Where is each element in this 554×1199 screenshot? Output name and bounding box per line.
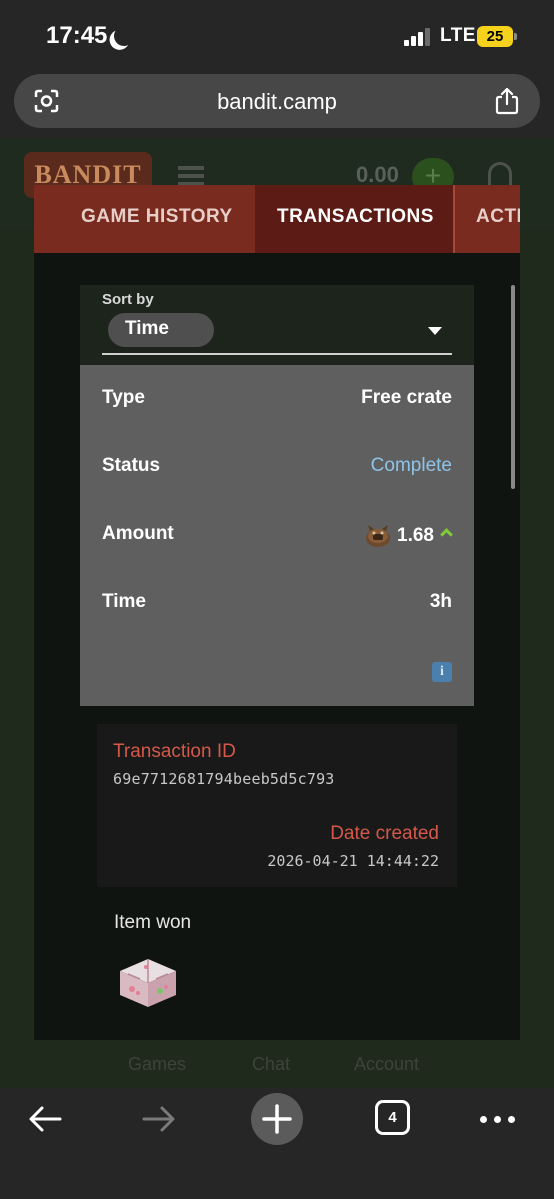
plus-icon — [262, 1104, 292, 1134]
time-label: Time — [102, 591, 147, 612]
chevron-down-icon[interactable] — [428, 327, 442, 335]
time-value: 3h — [429, 591, 452, 612]
signal-icon — [404, 28, 432, 46]
site-bottom-nav: Games Chat Account — [0, 1038, 554, 1088]
battery-indicator: 25 — [477, 26, 517, 47]
amount-label: Amount — [102, 523, 174, 544]
forward-icon[interactable] — [140, 1104, 178, 1134]
browser-toolbar: 4 — [0, 1088, 554, 1199]
crate-icon — [120, 959, 176, 1007]
more-icon[interactable] — [480, 1116, 516, 1124]
screen: 17:45 LTE 25 bandit.camp BANDIT 0.00 + G… — [0, 0, 554, 1199]
status-time: 17:45 — [46, 22, 108, 49]
sort-underline — [102, 353, 452, 355]
amount-display: 1.68 — [364, 523, 454, 549]
url-text[interactable]: bandit.camp — [14, 89, 540, 115]
sort-label: Sort by — [102, 291, 154, 308]
sort-select[interactable]: Time — [108, 313, 214, 347]
browser-address-area: bandit.camp — [0, 70, 554, 138]
history-modal: GAME HISTORY TRANSACTIONS ACTI Sort by T… — [34, 185, 520, 1040]
back-icon[interactable] — [26, 1104, 64, 1134]
status-label: Status — [102, 455, 161, 476]
date-created-label: Date created — [330, 823, 439, 844]
tabs-button[interactable]: 4 — [375, 1100, 410, 1135]
status-value: Complete — [370, 455, 452, 476]
tab-activity[interactable]: ACTI — [455, 185, 520, 253]
date-created-value: 2026-04-21 14:44:22 — [267, 852, 439, 870]
status-bar: 17:45 LTE 25 — [0, 0, 554, 70]
transaction-meta: Transaction ID 69e7712681794beeb5d5c793 … — [97, 724, 457, 887]
address-bar[interactable]: bandit.camp — [14, 74, 540, 128]
tab-game-history[interactable]: GAME HISTORY — [34, 185, 255, 253]
menu-icon[interactable] — [178, 166, 204, 186]
item-won-label: Item won — [114, 912, 192, 933]
network-label: LTE — [440, 25, 476, 46]
share-icon[interactable] — [494, 87, 520, 115]
new-tab-button[interactable] — [251, 1093, 303, 1145]
nav-account[interactable]: Account — [354, 1054, 419, 1075]
sort-control[interactable]: Sort by Time — [80, 285, 474, 367]
coin-icon — [366, 525, 390, 547]
chevron-up-icon — [440, 528, 453, 541]
moon-icon — [112, 24, 135, 47]
transaction-id-value: 69e7712681794beeb5d5c793 — [113, 770, 335, 788]
transaction-details-card: Type Free crate Status Complete Amount 1… — [80, 365, 474, 706]
nav-chat[interactable]: Chat — [252, 1054, 290, 1075]
info-icon[interactable]: i — [432, 662, 452, 682]
transaction-id-label: Transaction ID — [113, 741, 236, 762]
amount-value: 1.68 — [397, 525, 434, 546]
nav-games[interactable]: Games — [128, 1054, 186, 1075]
tab-transactions[interactable]: TRANSACTIONS — [255, 185, 453, 253]
type-value: Free crate — [361, 387, 452, 408]
modal-tabs: GAME HISTORY TRANSACTIONS ACTI — [34, 185, 520, 253]
type-label: Type — [102, 387, 145, 408]
scrollbar[interactable] — [511, 285, 515, 489]
